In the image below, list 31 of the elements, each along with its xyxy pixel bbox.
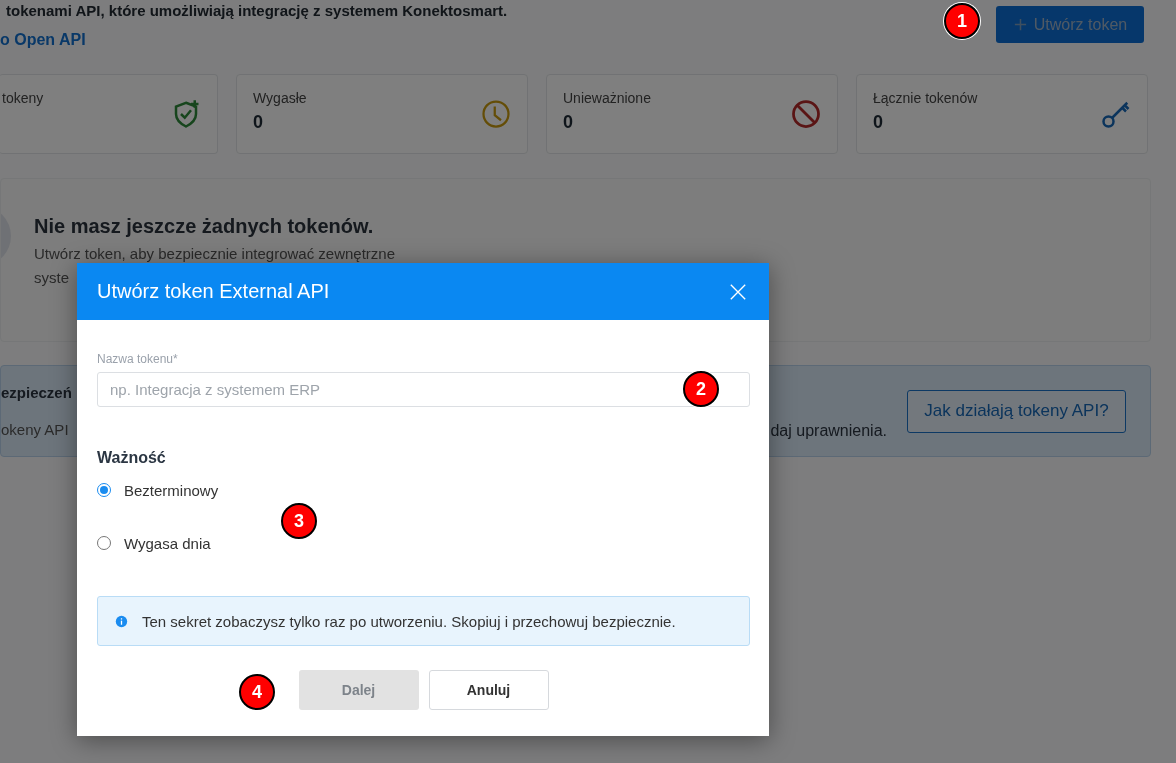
stat-label: Łącznie tokenów xyxy=(873,90,978,106)
empty-state-text: syste xyxy=(34,269,70,286)
open-api-link[interactable]: o Open API xyxy=(0,31,508,49)
create-token-button[interactable]: Utwórz token xyxy=(996,6,1144,43)
stat-label: Wygasłe xyxy=(253,90,307,106)
radio-label[interactable]: Wygasa dnia xyxy=(124,534,211,552)
how-tokens-work-button[interactable]: Jak działają tokeny API? xyxy=(907,389,1126,433)
close-icon xyxy=(729,282,747,301)
section-heading: Ważność xyxy=(97,449,167,467)
stat-value: 0 xyxy=(253,112,264,133)
empty-state-text: Utwórz token, aby bezpiecznie integrować zewnętrzne xyxy=(34,245,396,262)
clock-icon xyxy=(481,99,511,129)
notice-text: Ten sekret zobaczysz tylko raz po utworzeniu. Skopiuj i przechowuj bezpiecznie. xyxy=(142,612,676,630)
stat-value: 0 xyxy=(873,112,884,133)
step-marker: 1 xyxy=(944,3,980,39)
radio-label[interactable]: Bezterminowy xyxy=(124,481,219,499)
key-icon xyxy=(1101,99,1131,129)
field-label: Nazwa tokenu* xyxy=(97,352,179,366)
page-description: tokenami API, które umożliwiają integrację z systemem Konektosmart. xyxy=(5,2,508,19)
info-icon xyxy=(115,614,128,628)
plus-icon xyxy=(1012,17,1028,32)
banner-title: ezpieczeń xyxy=(1,384,72,401)
prohibited-icon xyxy=(791,99,821,129)
stat-label: tokeny xyxy=(2,90,44,106)
banner-text: okeny API xyxy=(1,421,70,438)
banner-text: daj uprawnienia. xyxy=(770,422,887,440)
empty-state-title: Nie masz jeszcze żadnych tokenów. xyxy=(34,215,375,238)
cancel-button[interactable]: Anuluj xyxy=(428,670,549,710)
stat-label: Unieważnione xyxy=(563,90,651,106)
stat-value: 0 xyxy=(563,112,574,133)
dialog-title: Utwórz token External API xyxy=(97,280,330,303)
